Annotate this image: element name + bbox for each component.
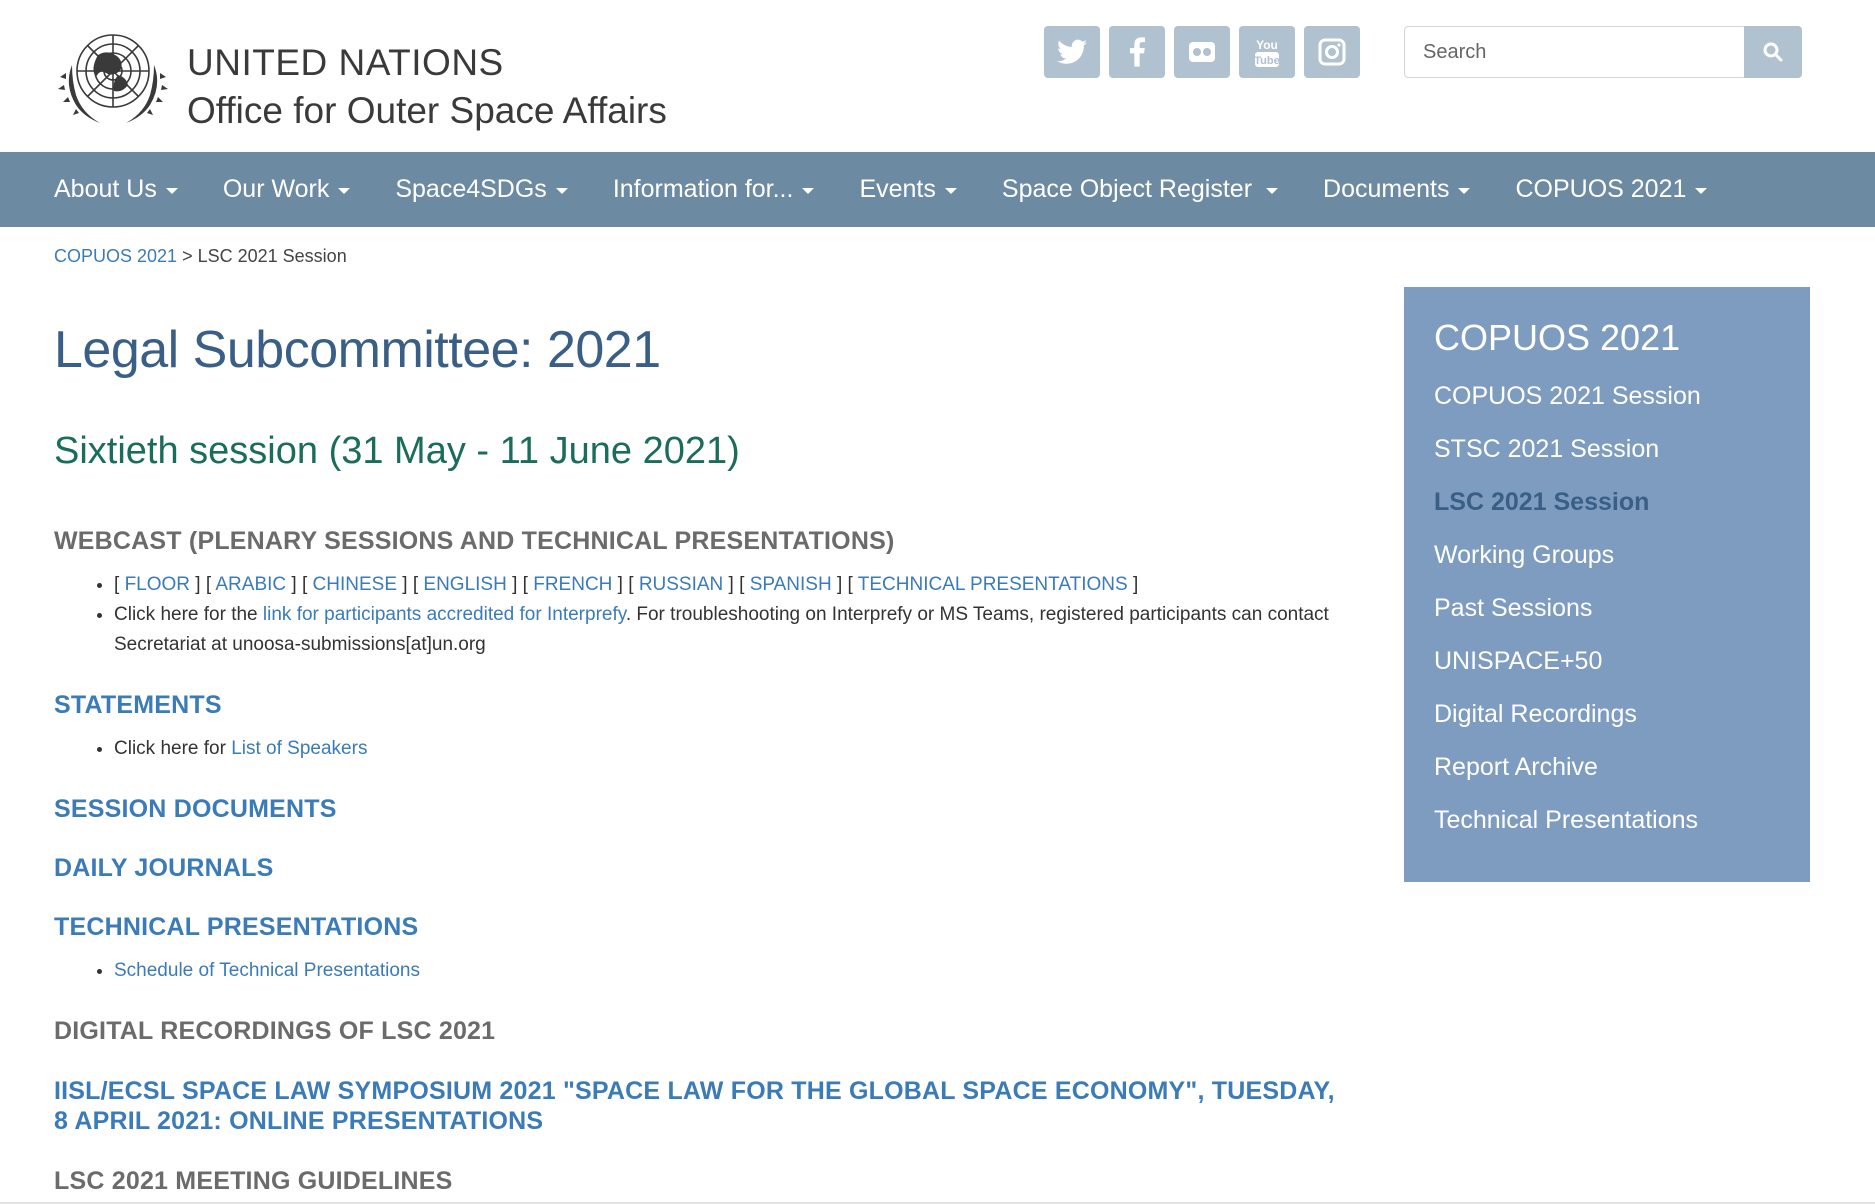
nav-label: Our Work	[222, 175, 330, 203]
statements-heading[interactable]: STATEMENTS	[54, 690, 1374, 720]
digital-recordings-heading: DIGITAL RECORDINGS OF LSC 2021	[54, 1017, 496, 1045]
org-name[interactable]: UNITED NATIONS Office for Outer Space Af…	[187, 40, 667, 136]
breadcrumb-current: LSC 2021 Session	[197, 246, 347, 266]
instagram-icon[interactable]	[1304, 26, 1360, 78]
nav-label: Information for...	[612, 175, 794, 203]
caret-down-icon	[944, 187, 957, 194]
nav-documents[interactable]: Documents	[1323, 175, 1471, 204]
sidebar-menu: COPUOS 2021 Session STSC 2021 Session LS…	[1434, 379, 1701, 856]
caret-down-icon	[802, 187, 815, 194]
caret-down-icon	[1266, 187, 1279, 194]
search-icon	[1763, 42, 1783, 62]
site-search	[1404, 26, 1810, 78]
caret-down-icon	[165, 187, 178, 194]
social-links: You Tube	[1044, 26, 1360, 78]
statements-list: Click here for List of Speakers	[54, 734, 1374, 764]
session-subtitle: Sixtieth session (31 May - 11 June 2021)	[54, 430, 740, 472]
breadcrumb: COPUOS 2021 > LSC 2021 Session	[54, 246, 347, 267]
site-header: UNITED NATIONS Office for Outer Space Af…	[0, 0, 1875, 152]
caret-down-icon	[1695, 187, 1708, 194]
webcast-arabic-link[interactable]: ARABIC	[215, 574, 286, 595]
webcast-heading: WEBCAST (PLENARY SESSIONS AND TECHNICAL …	[54, 527, 895, 555]
nav-space-object-register[interactable]: Space Object Register	[1001, 175, 1279, 204]
statements-prefix: Click here for	[114, 738, 232, 759]
caret-down-icon	[555, 187, 568, 194]
nav-label: About Us	[54, 175, 157, 203]
interprefy-item: Click here for the link for participants…	[114, 600, 1374, 660]
webcast-technical-presentations-link[interactable]: TECHNICAL PRESENTATIONS	[858, 574, 1128, 595]
sidebar: COPUOS 2021 COPUOS 2021 Session STSC 202…	[1404, 287, 1810, 882]
flickr-icon[interactable]	[1174, 26, 1230, 78]
technical-presentations-list: Schedule of Technical Presentations	[54, 956, 1374, 986]
nav-label: Space Object Register	[1001, 175, 1253, 203]
sidebar-item-technical-presentations[interactable]: Technical Presentations	[1434, 803, 1701, 856]
svg-text:Tube: Tube	[1254, 55, 1279, 67]
sidebar-item-lsc-2021-session[interactable]: LSC 2021 Session	[1434, 485, 1701, 538]
session-documents-link[interactable]: SESSION DOCUMENTS	[54, 794, 1374, 824]
page-title: Legal Subcommittee: 2021	[54, 321, 661, 379]
nav-label: COPUOS 2021	[1515, 175, 1687, 203]
nav-label: Documents	[1323, 175, 1450, 203]
webcast-french-link[interactable]: FRENCH	[533, 574, 612, 595]
sidebar-item-digital-recordings[interactable]: Digital Recordings	[1434, 697, 1701, 750]
sidebar-item-report-archive[interactable]: Report Archive	[1434, 750, 1701, 803]
twitter-icon[interactable]	[1044, 26, 1100, 78]
org-name-line1: UNITED NATIONS	[187, 42, 504, 83]
sidebar-title: COPUOS 2021	[1434, 317, 1681, 358]
caret-down-icon	[1458, 187, 1471, 194]
nav-label: Space4SDGs	[395, 175, 547, 203]
symposium-link[interactable]: IISL/ECSL SPACE LAW SYMPOSIUM 2021 "SPAC…	[54, 1076, 1344, 1136]
caret-down-icon	[338, 187, 351, 194]
list-of-speakers-link[interactable]: List of Speakers	[231, 738, 367, 759]
meeting-guidelines-heading: LSC 2021 MEETING GUIDELINES	[54, 1167, 453, 1195]
interprefy-prefix: Click here for the	[114, 604, 263, 625]
facebook-icon[interactable]	[1109, 26, 1165, 78]
breadcrumb-parent-link[interactable]: COPUOS 2021	[54, 246, 177, 266]
svg-text:You: You	[1256, 38, 1278, 52]
main-navigation: About Us Our Work Space4SDGs Information…	[0, 152, 1875, 227]
webcast-list: [ FLOOR ] [ ARABIC ] [ CHINESE ] [ ENGLI…	[54, 570, 1374, 660]
nav-information-for[interactable]: Information for...	[613, 175, 815, 204]
main-content: Legal Subcommittee: 2021 Sixtieth sessio…	[54, 300, 1374, 1196]
youtube-icon[interactable]: You Tube	[1239, 26, 1295, 78]
webcast-floor-link[interactable]: FLOOR	[125, 574, 190, 595]
webcast-english-link[interactable]: ENGLISH	[423, 574, 506, 595]
search-input[interactable]	[1404, 26, 1744, 78]
search-button[interactable]	[1744, 26, 1802, 78]
daily-journals-link[interactable]: DAILY JOURNALS	[54, 853, 1374, 883]
sidebar-item-unispace50[interactable]: UNISPACE+50	[1434, 644, 1701, 697]
sidebar-item-working-groups[interactable]: Working Groups	[1434, 538, 1701, 591]
sidebar-item-past-sessions[interactable]: Past Sessions	[1434, 591, 1701, 644]
breadcrumb-separator: >	[182, 246, 193, 266]
statements-item: Click here for List of Speakers	[114, 734, 1374, 764]
un-emblem-logo[interactable]	[52, 25, 174, 129]
webcast-russian-link[interactable]: RUSSIAN	[639, 574, 723, 595]
webcast-language-links: [ FLOOR ] [ ARABIC ] [ CHINESE ] [ ENGLI…	[114, 570, 1374, 600]
interprefy-link[interactable]: link for participants accredited for Int…	[263, 604, 626, 625]
nav-space4sdgs[interactable]: Space4SDGs	[395, 175, 568, 204]
sidebar-item-copuos-2021-session[interactable]: COPUOS 2021 Session	[1434, 379, 1701, 432]
nav-copuos-2021[interactable]: COPUOS 2021	[1515, 175, 1708, 204]
org-name-line2: Office for Outer Space Affairs	[187, 90, 667, 131]
webcast-chinese-link[interactable]: CHINESE	[313, 574, 397, 595]
sidebar-item-stsc-2021-session[interactable]: STSC 2021 Session	[1434, 432, 1701, 485]
technical-presentations-heading[interactable]: TECHNICAL PRESENTATIONS	[54, 912, 1374, 942]
schedule-technical-presentations-link[interactable]: Schedule of Technical Presentations	[114, 960, 420, 981]
nav-events[interactable]: Events	[859, 175, 957, 204]
webcast-spanish-link[interactable]: SPANISH	[750, 574, 832, 595]
technical-presentations-item: Schedule of Technical Presentations	[114, 956, 1374, 986]
nav-our-work[interactable]: Our Work	[223, 175, 351, 204]
nav-about-us[interactable]: About Us	[54, 175, 178, 204]
nav-label: Events	[859, 175, 936, 203]
